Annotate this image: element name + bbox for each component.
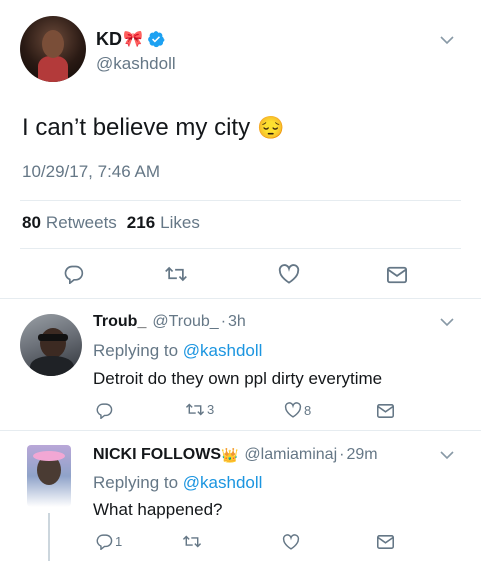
retweets-label[interactable]: Retweets: [46, 213, 117, 233]
more-chevron-icon[interactable]: [440, 451, 454, 460]
retweet-button[interactable]: 3: [185, 402, 214, 417]
avatar[interactable]: [27, 445, 71, 507]
reply-author-name[interactable]: NICKI FOLLOWS: [93, 446, 221, 464]
reply-time[interactable]: 29m: [346, 446, 377, 464]
bow-emoji: 🎀: [123, 31, 143, 48]
reply-text: Detroit do they own ppl dirty everytime: [93, 369, 383, 388]
like-button-icon[interactable]: [282, 534, 300, 550]
retweet-icon: [185, 402, 205, 417]
reply-author-handle[interactable]: @Troub_: [152, 313, 218, 331]
replying-to-handle[interactable]: @kashdoll: [183, 341, 263, 360]
reply-icon: [96, 533, 113, 550]
replying-to-handle[interactable]: @kashdoll: [183, 473, 263, 492]
message-button-icon[interactable]: [387, 266, 407, 284]
retweet-count: 3: [207, 402, 215, 417]
retweet-button-icon[interactable]: [164, 265, 188, 283]
more-chevron-icon[interactable]: [440, 318, 454, 327]
separator-dot: ·: [220, 313, 227, 330]
reply-author-name[interactable]: Troub_: [93, 313, 146, 331]
avatar[interactable]: [20, 314, 82, 376]
verified-badge-icon: [147, 30, 165, 48]
reply-tweet[interactable]: Troub_ @Troub_ · 3h Replying to @kashdol…: [0, 300, 481, 431]
reply-header: Troub_ @Troub_ · 3h: [93, 313, 246, 331]
engagement-stats: 80 Retweets 216 Likes: [22, 213, 200, 233]
reply-button-icon[interactable]: [96, 402, 113, 419]
like-button[interactable]: 8: [284, 402, 311, 418]
display-name[interactable]: KD: [96, 29, 122, 50]
reply-author-handle[interactable]: @lamiaminaj: [244, 446, 337, 464]
crown-emoji: 👑: [220, 446, 239, 463]
pensive-emoji: 😔: [257, 115, 285, 140]
separator-dot: ·: [339, 446, 345, 463]
main-tweet: KD 🎀 @kashdoll I can’t believe my city 😔…: [0, 0, 481, 300]
divider: [20, 200, 461, 201]
reply-header: NICKI FOLLOWS 👑 @lamiaminaj · 29m: [93, 446, 378, 464]
reply-button[interactable]: 1: [96, 533, 122, 550]
avatar[interactable]: [20, 16, 86, 82]
replying-to: Replying to @kashdoll: [93, 341, 262, 361]
likes-count[interactable]: 216: [127, 213, 155, 233]
replying-to: Replying to @kashdoll: [93, 473, 262, 493]
retweets-count[interactable]: 80: [22, 213, 41, 233]
like-count: 8: [304, 402, 312, 418]
replying-to-label: Replying to: [93, 341, 179, 360]
message-button-icon[interactable]: [377, 535, 394, 549]
message-button-icon[interactable]: [377, 404, 394, 418]
more-chevron-icon[interactable]: [440, 36, 454, 45]
retweet-button-icon[interactable]: [182, 534, 202, 549]
tweet-text: I can’t believe my city: [22, 114, 251, 141]
tweet-text-row: I can’t believe my city 😔: [22, 114, 285, 142]
reply-tweet[interactable]: NICKI FOLLOWS 👑 @lamiaminaj · 29m Replyi…: [0, 431, 481, 561]
divider: [20, 248, 461, 249]
reply-count: 1: [115, 534, 123, 549]
reply-button-icon[interactable]: [64, 264, 84, 284]
like-button-icon[interactable]: [278, 264, 300, 284]
divider: [0, 298, 481, 299]
reply-text: What happened?: [93, 500, 223, 519]
handle[interactable]: @kashdoll: [96, 54, 176, 74]
thread-line: [48, 513, 50, 561]
replying-to-label: Replying to: [93, 473, 179, 492]
reply-time[interactable]: 3h: [228, 313, 246, 331]
timestamp[interactable]: 10/29/17, 7:46 AM: [22, 162, 160, 182]
display-name-row: KD 🎀: [96, 28, 165, 50]
heart-icon: [284, 402, 302, 418]
likes-label[interactable]: Likes: [160, 213, 200, 233]
